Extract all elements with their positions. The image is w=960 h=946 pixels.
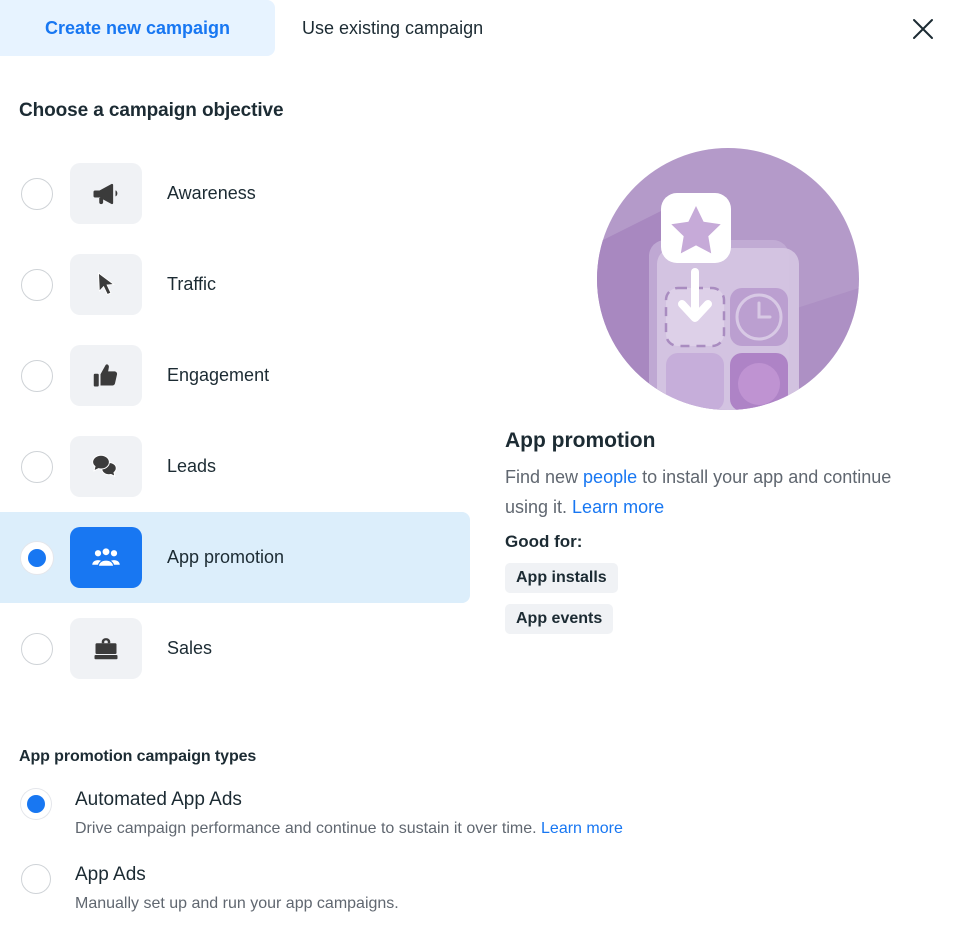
thumbs-up-icon-tile (70, 345, 142, 406)
campaign-type-row-automated-app-ads[interactable]: Automated App Ads Drive campaign perform… (21, 787, 801, 840)
objective-radio-leads[interactable] (21, 450, 53, 483)
megaphone-icon (93, 183, 118, 204)
objective-section-heading: Choose a campaign objective (19, 100, 284, 121)
campaign-type-radio-automated-app-ads[interactable] (21, 789, 51, 819)
objective-radio-awareness[interactable] (21, 177, 53, 210)
chat-bubbles-icon (92, 454, 117, 477)
objective-row-sales[interactable]: Sales (0, 603, 470, 694)
campaign-type-row-app-ads[interactable]: App Ads Manually set up and run your app… (21, 862, 801, 915)
objective-label-leads: Leads (167, 456, 217, 476)
campaign-types-heading: App promotion campaign types (19, 748, 257, 765)
tab-create-new-campaign-label: Create new campaign (44, 17, 231, 38)
campaign-type-desc-automated-app-ads: Drive campaign performance and continue … (75, 818, 623, 840)
tab-create-new-campaign[interactable]: Create new campaign (0, 0, 275, 56)
briefcase-icon-tile (70, 618, 142, 679)
campaign-type-desc-text-0: Drive campaign performance and continue … (75, 820, 542, 837)
detail-desc-part1: Find new (505, 467, 584, 487)
megaphone-icon-tile (70, 163, 142, 224)
objective-radio-traffic[interactable] (21, 268, 53, 301)
cursor-icon (98, 271, 115, 295)
tag-app-installs: App installs (505, 563, 618, 593)
objective-label-engagement: Engagement (167, 365, 270, 385)
campaign-type-learn-more-link[interactable]: Learn more (541, 820, 623, 837)
objective-label-app-promotion: App promotion (167, 547, 285, 567)
campaign-types-list: Automated App Ads Drive campaign perform… (21, 787, 801, 937)
people-group-icon (92, 546, 120, 567)
campaign-type-title-automated-app-ads: Automated App Ads (75, 789, 242, 810)
objective-label-traffic: Traffic (167, 274, 217, 294)
tab-bar: Create new campaign Use existing campaig… (0, 0, 960, 56)
objective-row-traffic[interactable]: Traffic (0, 239, 470, 330)
tab-use-existing-campaign[interactable]: Use existing campaign (275, 0, 560, 56)
app-promotion-illustration (597, 148, 859, 411)
campaign-type-title-app-ads: App Ads (75, 864, 146, 885)
objective-row-app-promotion[interactable]: App promotion (0, 512, 470, 603)
good-for-label: Good for: (505, 532, 583, 551)
objective-radio-engagement[interactable] (21, 359, 53, 392)
objective-row-engagement[interactable]: Engagement (0, 330, 470, 421)
tag-app-events: App events (505, 604, 614, 634)
objective-list: Awareness Traffic Engagement Leads App p… (0, 148, 470, 694)
people-group-icon-tile (70, 527, 142, 588)
objective-row-leads[interactable]: Leads (0, 421, 470, 512)
close-icon (913, 19, 933, 39)
chat-bubbles-icon-tile (70, 436, 142, 497)
objective-row-awareness[interactable]: Awareness (0, 148, 470, 239)
close-button[interactable] (904, 10, 942, 48)
thumbs-up-icon (93, 363, 118, 386)
objective-radio-sales[interactable] (21, 632, 53, 665)
detail-title: App promotion (505, 429, 656, 452)
objective-label-awareness: Awareness (167, 183, 256, 203)
briefcase-icon (94, 637, 118, 659)
objective-radio-app-promotion[interactable] (21, 541, 53, 574)
people-link[interactable]: people (583, 467, 637, 487)
objective-detail-panel: App promotion Find new people to install… (505, 148, 945, 634)
campaign-type-radio-app-ads[interactable] (21, 864, 51, 894)
app-promotion-illustration-svg (597, 148, 859, 410)
detail-description: Find new people to install your app and … (505, 462, 915, 522)
cursor-icon-tile (70, 254, 142, 315)
campaign-type-desc-app-ads: Manually set up and run your app campaig… (75, 895, 399, 912)
good-for-tags: App installs (505, 552, 945, 593)
objective-label-sales: Sales (167, 638, 213, 658)
tab-use-existing-campaign-label: Use existing campaign (302, 17, 484, 38)
learn-more-link[interactable]: Learn more (572, 497, 664, 517)
